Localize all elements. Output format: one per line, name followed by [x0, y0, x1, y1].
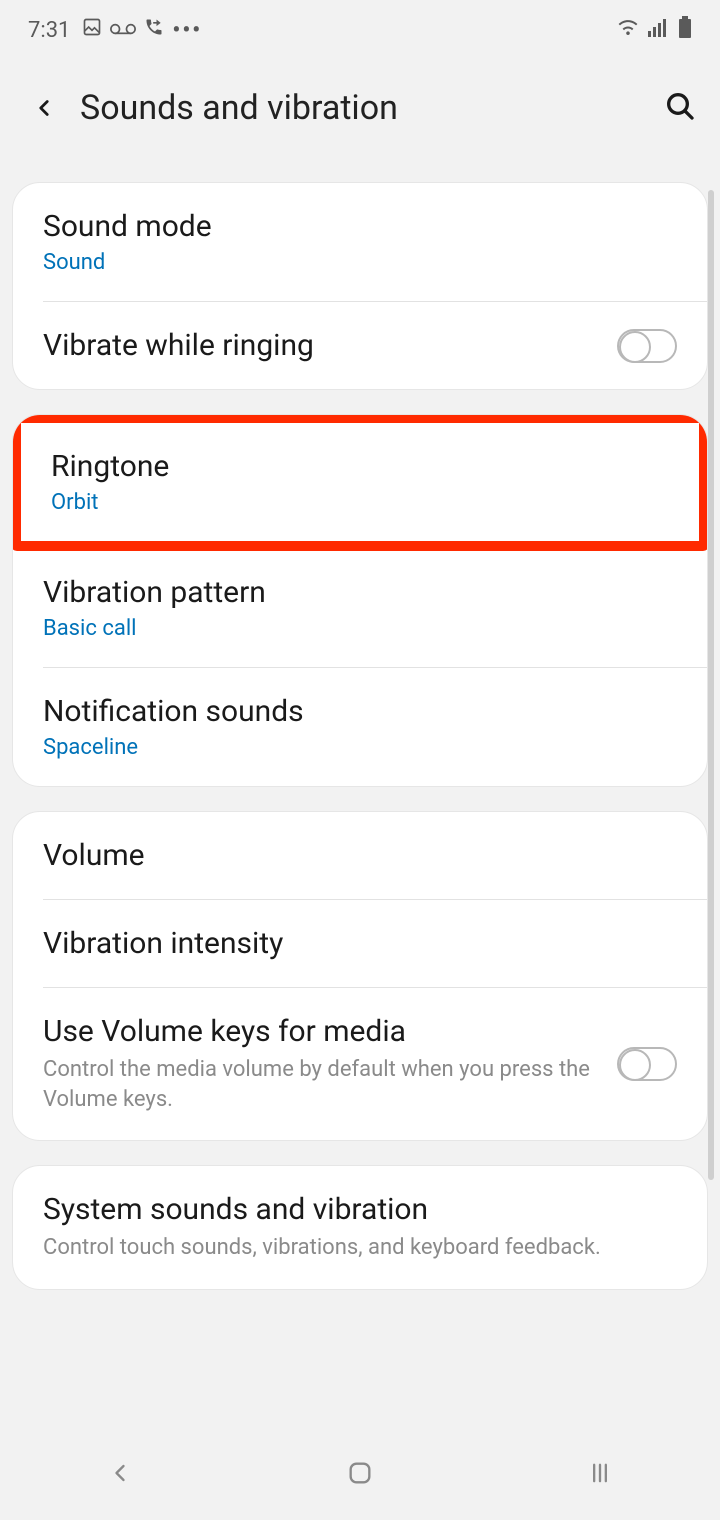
call-forward-icon: [144, 17, 164, 43]
settings-scroll[interactable]: Sound mode Sound Vibrate while ringing R…: [0, 170, 720, 1430]
row-description: Control touch sounds, vibrations, and ke…: [43, 1233, 677, 1263]
row-ringtone[interactable]: Ringtone Orbit: [12, 414, 708, 551]
navigation-bar: [0, 1430, 720, 1520]
row-value: Orbit: [51, 490, 669, 515]
settings-group-2: Ringtone Orbit Vibration pattern Basic c…: [12, 414, 708, 787]
back-button[interactable]: [24, 95, 64, 121]
row-volume-keys-media[interactable]: Use Volume keys for media Control the me…: [13, 988, 707, 1140]
battery-icon: [678, 16, 692, 44]
wifi-icon: [616, 17, 640, 43]
settings-group-4: System sounds and vibration Control touc…: [12, 1165, 708, 1290]
status-time: 7:31: [28, 18, 70, 43]
row-notification-sounds[interactable]: Notification sounds Spaceline: [13, 668, 707, 786]
row-title: Volume: [43, 838, 677, 873]
nav-recents-button[interactable]: [586, 1459, 614, 1491]
more-icon: •••: [172, 18, 202, 43]
row-value: Basic call: [43, 616, 677, 641]
voicemail-icon: [110, 18, 136, 43]
row-value: Sound: [43, 250, 677, 275]
settings-group-3: Volume Vibration intensity Use Volume ke…: [12, 811, 708, 1141]
nav-back-button[interactable]: [106, 1459, 134, 1491]
image-icon: [82, 17, 102, 43]
row-title: Notification sounds: [43, 694, 677, 729]
app-header: Sounds and vibration: [0, 60, 720, 168]
row-description: Control the media volume by default when…: [43, 1055, 617, 1114]
row-title: Ringtone: [51, 449, 669, 484]
row-vibration-pattern[interactable]: Vibration pattern Basic call: [13, 549, 707, 667]
row-sound-mode[interactable]: Sound mode Sound: [13, 183, 707, 301]
row-title: Vibrate while ringing: [43, 328, 617, 363]
row-title: Vibration pattern: [43, 575, 677, 610]
search-button[interactable]: [664, 90, 696, 126]
row-system-sounds[interactable]: System sounds and vibration Control touc…: [13, 1166, 707, 1289]
scrollbar[interactable]: [708, 190, 714, 1180]
row-vibrate-while-ringing[interactable]: Vibrate while ringing: [13, 302, 707, 389]
row-volume[interactable]: Volume: [13, 812, 707, 899]
nav-home-button[interactable]: [346, 1459, 374, 1491]
settings-group-1: Sound mode Sound Vibrate while ringing: [12, 182, 708, 390]
row-title: System sounds and vibration: [43, 1192, 677, 1227]
page-title: Sounds and vibration: [80, 88, 398, 128]
row-title: Sound mode: [43, 209, 677, 244]
row-vibration-intensity[interactable]: Vibration intensity: [13, 900, 707, 987]
scrollbar-thumb[interactable]: [708, 190, 714, 1180]
toggle-vibrate-ringing[interactable]: [617, 329, 677, 363]
row-value: Spaceline: [43, 735, 677, 760]
signal-icon: [648, 17, 670, 43]
row-title: Vibration intensity: [43, 926, 677, 961]
toggle-volume-keys[interactable]: [617, 1047, 677, 1081]
status-bar: 7:31 •••: [0, 0, 720, 60]
row-title: Use Volume keys for media: [43, 1014, 617, 1049]
